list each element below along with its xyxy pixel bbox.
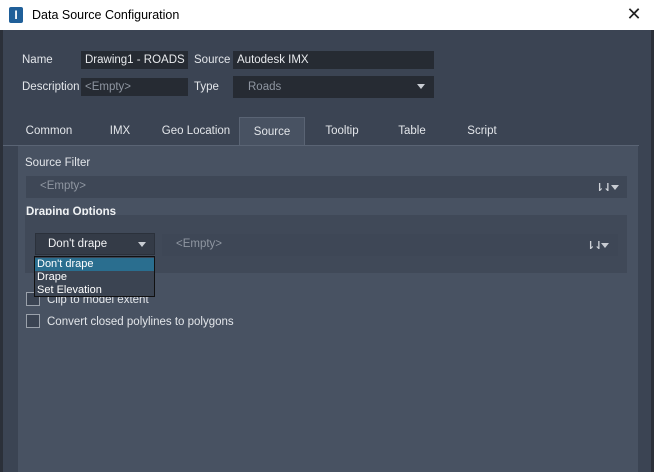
name-label: Name	[22, 54, 53, 66]
tab-geo-location[interactable]: Geo Location	[155, 117, 237, 145]
source-filter-field[interactable]: <Empty>	[26, 176, 627, 198]
drape-mode-options: Don't drape Drape Set Elevation	[34, 256, 155, 297]
tab-common[interactable]: Common	[13, 117, 85, 145]
filter-icon[interactable]: ⇂⇃	[586, 239, 603, 252]
option-dont-drape[interactable]: Don't drape	[35, 258, 154, 271]
window-title: Data Source Configuration	[32, 8, 180, 22]
description-field[interactable]: <Empty>	[81, 78, 188, 96]
chevron-down-icon[interactable]	[417, 84, 425, 89]
chevron-down-icon[interactable]	[138, 242, 146, 247]
close-icon[interactable]: ✕	[624, 4, 644, 24]
convert-polylines-label: Convert closed polylines to polygons	[47, 316, 234, 328]
app-icon: I	[9, 7, 23, 23]
drape-mode-selected: Don't drape	[48, 238, 108, 250]
filter-icon[interactable]: ⇂⇃	[595, 181, 612, 194]
source-filter-placeholder: <Empty>	[40, 180, 87, 192]
chevron-down-icon[interactable]	[601, 243, 609, 248]
description-label: Description	[22, 81, 80, 93]
tab-imx[interactable]: IMX	[91, 117, 149, 145]
title-bar: I Data Source Configuration ✕	[0, 0, 654, 30]
option-drape[interactable]: Drape	[35, 271, 154, 284]
name-field[interactable]: Drawing1 - ROADS	[81, 51, 188, 69]
drape-value-field[interactable]: <Empty>	[162, 234, 618, 256]
source-field[interactable]: Autodesk IMX	[233, 51, 434, 69]
tab-source[interactable]: Source	[239, 117, 305, 146]
drape-value-placeholder: <Empty>	[176, 238, 223, 250]
option-set-elevation[interactable]: Set Elevation	[35, 284, 154, 297]
tab-script[interactable]: Script	[451, 117, 513, 145]
source-label: Source	[194, 54, 231, 66]
convert-polylines-checkbox[interactable]	[26, 314, 40, 328]
drape-mode-dropdown[interactable]: Don't drape	[35, 233, 155, 255]
type-label: Type	[194, 81, 219, 93]
type-select[interactable]: Roads	[233, 76, 434, 98]
tab-bar: Common IMX Geo Location Source Tooltip T…	[3, 117, 651, 146]
tab-table[interactable]: Table	[383, 117, 441, 145]
source-filter-label: Source Filter	[25, 157, 91, 169]
tab-tooltip[interactable]: Tooltip	[311, 117, 373, 145]
window-border-left	[0, 30, 3, 472]
chevron-down-icon[interactable]	[611, 185, 619, 190]
